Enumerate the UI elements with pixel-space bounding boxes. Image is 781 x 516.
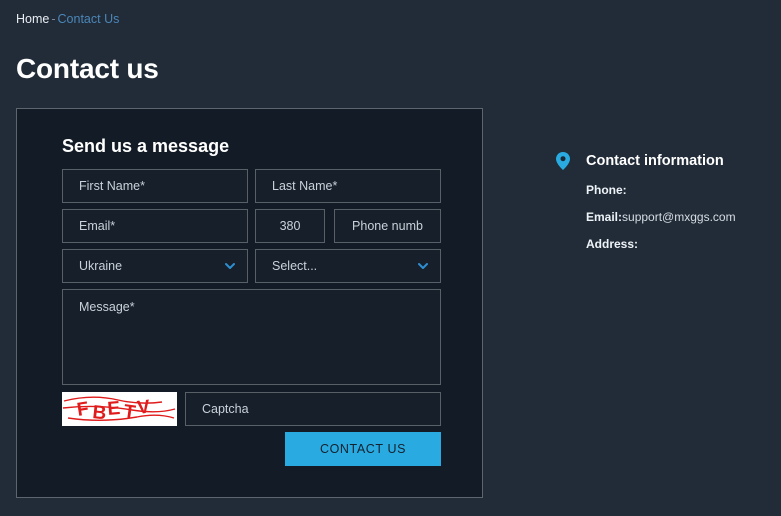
email-label: Email: [586, 210, 623, 224]
address-label: Address: [586, 237, 639, 251]
contact-form-card: Send us a message First Name* Last Name*… [16, 108, 483, 498]
phone-number-input[interactable]: Phone numb [334, 209, 441, 243]
message-textarea[interactable]: Message* [62, 289, 441, 385]
contact-us-submit-button[interactable]: CONTACT US [285, 432, 441, 466]
chevron-down-icon [225, 261, 235, 271]
captcha-input[interactable]: Captcha [185, 392, 441, 426]
svg-text:B: B [91, 402, 107, 424]
email-input[interactable]: Email* [62, 209, 248, 243]
contact-row-email: Email:support@mxggs.com [586, 210, 776, 224]
contact-row-phone: Phone: [586, 183, 776, 197]
page-title: Contact us [16, 53, 159, 84]
svg-text:E: E [107, 398, 121, 420]
country-code-input[interactable]: 380 [255, 209, 325, 243]
map-pin-icon [556, 152, 570, 170]
form-heading: Send us a message [62, 136, 230, 156]
breadcrumb-separator: - [51, 12, 56, 26]
first-name-input[interactable]: First Name* [62, 169, 248, 203]
topic-select-value: Select... [272, 259, 318, 273]
country-select-value: Ukraine [79, 259, 123, 273]
phone-label: Phone: [586, 183, 627, 197]
contact-information-header: Contact information [556, 150, 776, 172]
breadcrumb: Home - Contact Us [16, 11, 119, 27]
contact-row-address: Address: [586, 237, 776, 251]
email-value[interactable]: support@mxggs.com [622, 210, 736, 224]
contact-page: Home - Contact Us Contact us Send us a mes… [0, 0, 781, 516]
contact-information-rows: Phone: Email:support@mxggs.com Address: [556, 183, 776, 251]
contact-information-panel: Contact information Phone: Email:support… [556, 150, 776, 264]
contact-information-title: Contact information [586, 153, 724, 169]
last-name-input[interactable]: Last Name* [255, 169, 441, 203]
chevron-down-icon [418, 261, 428, 271]
topic-select[interactable]: Select... [255, 249, 441, 283]
breadcrumb-current-link[interactable]: Contact Us [58, 12, 120, 26]
country-select[interactable]: Ukraine [62, 249, 248, 283]
breadcrumb-home-link[interactable]: Home [16, 12, 49, 26]
captcha-image: F B E T V [62, 392, 177, 426]
